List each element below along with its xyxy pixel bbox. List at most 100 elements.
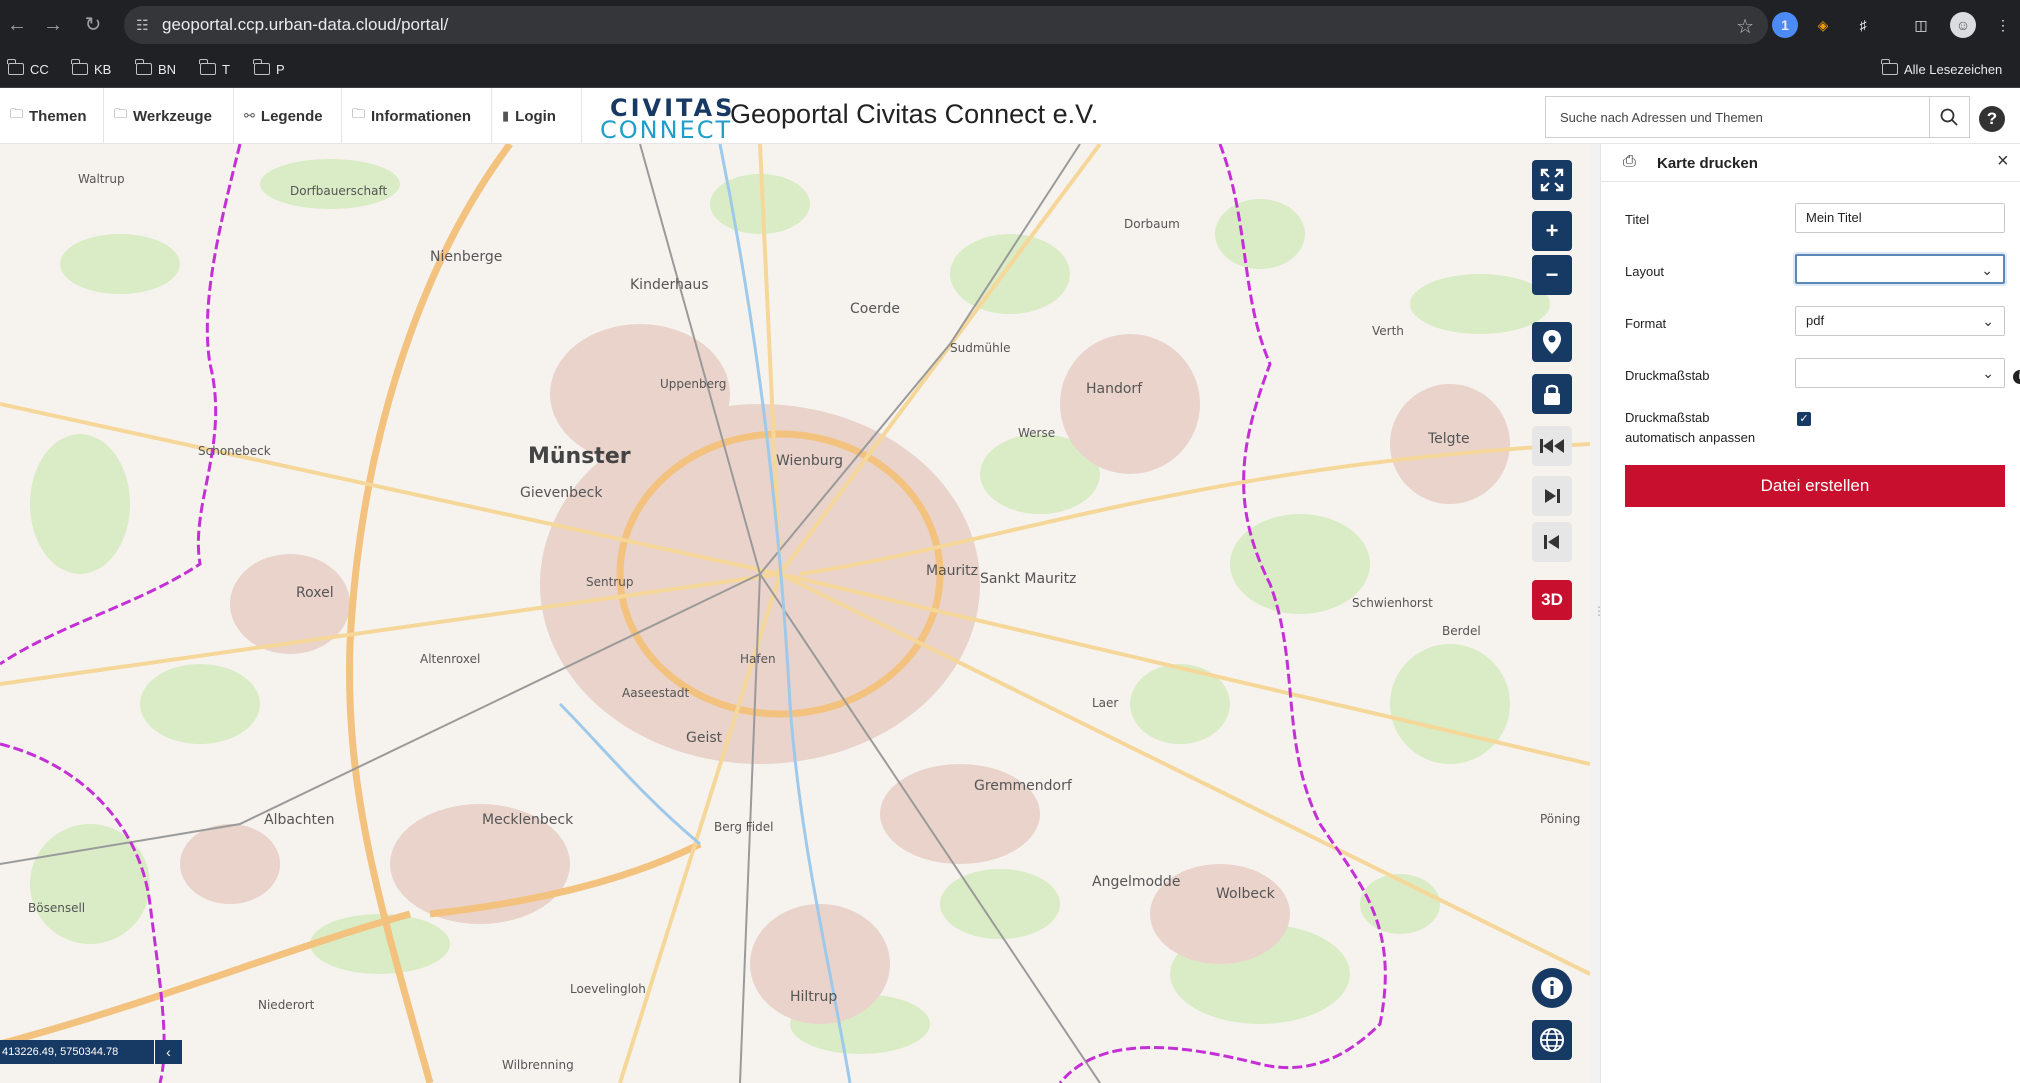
- extension-password-icon[interactable]: 1: [1772, 12, 1798, 38]
- coordinate-value: 413226.49, 5750344.78: [0, 1040, 154, 1064]
- map-base-layer: [0, 144, 1590, 1083]
- chevron-left-icon[interactable]: ‹: [154, 1040, 182, 1064]
- bookmark-star-icon[interactable]: ☆: [1736, 14, 1754, 39]
- scale-label: Druckmaßstab: [1625, 368, 1710, 383]
- extension-puzzle-orange-icon[interactable]: ◈: [1810, 12, 1836, 38]
- place-label: Hiltrup: [790, 989, 838, 1005]
- place-label: Wienburg: [776, 453, 844, 469]
- place-label: Waltrup: [78, 172, 125, 186]
- door-icon: ▮: [502, 108, 510, 123]
- place-label: Verth: [1372, 324, 1404, 338]
- place-label: Uppenberg: [660, 377, 727, 391]
- url-text[interactable]: geoportal.ccp.urban-data.cloud/portal/: [162, 15, 448, 35]
- globe-button[interactable]: [1532, 1020, 1572, 1060]
- folder-icon: [1881, 59, 1898, 75]
- place-label: Laer: [1092, 696, 1119, 710]
- all-bookmarks[interactable]: Alle Lesezeichen: [1881, 59, 2002, 79]
- location-pin-icon: [1543, 330, 1561, 354]
- folder-icon: 🗀: [114, 106, 128, 121]
- auto-scale-checkbox[interactable]: ✓: [1797, 412, 1811, 426]
- place-label: Hafen: [740, 652, 776, 666]
- coordinate-display: 413226.49, 5750344.78 ‹: [0, 1040, 182, 1064]
- bookmark-p[interactable]: P: [253, 59, 285, 79]
- back-arrow-icon[interactable]: ←: [4, 12, 30, 38]
- info-icon: [1541, 977, 1563, 999]
- app-title: Geoportal Civitas Connect e.V.: [730, 99, 1099, 129]
- forward-button[interactable]: [1532, 476, 1572, 516]
- profile-avatar[interactable]: ☺: [1950, 12, 1976, 38]
- place-label: Bösensell: [28, 901, 86, 915]
- fullscreen-icon: [1540, 168, 1564, 192]
- reload-icon[interactable]: ↻: [80, 12, 106, 38]
- info-icon[interactable]: i: [2013, 370, 2020, 384]
- first-view-button[interactable]: [1532, 426, 1572, 466]
- globe-icon: [1540, 1028, 1564, 1052]
- menu-informationen[interactable]: 🗀 Informationen: [342, 88, 492, 144]
- folder-icon: 🗀: [352, 106, 366, 121]
- format-select[interactable]: pdf ⌄: [1795, 306, 2005, 336]
- create-file-button[interactable]: Datei erstellen: [1625, 465, 2005, 507]
- locate-button[interactable]: [1532, 322, 1572, 362]
- chevron-down-icon: ⌄: [1982, 313, 1994, 329]
- scale-select[interactable]: ⌄: [1795, 358, 2005, 388]
- folder-icon: [7, 59, 24, 75]
- bookmark-cc[interactable]: CC: [7, 59, 49, 79]
- place-label: Mauritz: [926, 563, 979, 579]
- place-label: Kinderhaus: [630, 277, 709, 293]
- layout-label: Layout: [1625, 264, 1665, 279]
- fullscreen-button[interactable]: [1532, 160, 1572, 200]
- search-field[interactable]: [1545, 96, 1930, 138]
- site-info-icon[interactable]: ☷: [136, 16, 154, 34]
- place-label: Sudmühle: [950, 341, 1011, 355]
- place-label: Aaseestadt: [622, 686, 690, 700]
- place-label: Pöning: [1540, 812, 1581, 826]
- side-panel-icon[interactable]: ◫: [1908, 12, 1934, 38]
- titel-input[interactable]: Mein Titel: [1795, 203, 2005, 233]
- close-icon[interactable]: ×: [1997, 150, 2009, 173]
- 3d-button[interactable]: 3D: [1532, 580, 1572, 620]
- map-canvas[interactable]: Waltrup Dorfbauerschaft Nienberge Kinder…: [0, 144, 1590, 1083]
- panel-header: ⎙ Karte drucken ×: [1601, 144, 2020, 182]
- place-label: Albachten: [264, 812, 335, 828]
- menu-werkzeuge[interactable]: 🗀 Werkzeuge: [104, 88, 234, 144]
- info-button[interactable]: [1532, 968, 1572, 1008]
- menu-themen[interactable]: 🗀 Themen: [0, 88, 104, 144]
- place-label: Wolbeck: [1216, 886, 1275, 902]
- folder-icon: [199, 59, 216, 75]
- menu-legende[interactable]: ⚯ Legende: [234, 88, 342, 144]
- place-label: Gremmendorf: [974, 778, 1072, 794]
- kebab-menu-icon[interactable]: ⋮: [1990, 12, 2016, 38]
- forward-icon: [1545, 489, 1560, 503]
- bookmarks-bar: CC KB BN T P Alle Lesezeichen: [0, 50, 2020, 88]
- search-input[interactable]: [1546, 97, 1929, 137]
- address-bar[interactable]: ☷ geoportal.ccp.urban-data.cloud/portal/…: [124, 6, 1768, 44]
- search-icon: [1940, 108, 1958, 126]
- place-label: Sentrup: [586, 575, 634, 589]
- place-label: Loevelingloh: [570, 982, 646, 996]
- zoom-in-button[interactable]: +: [1532, 211, 1572, 251]
- place-label: Roxel: [296, 585, 334, 601]
- place-label: Gievenbeck: [520, 485, 603, 501]
- place-label: Berdel: [1442, 624, 1481, 638]
- panel-resize-handle[interactable]: ⋮: [1590, 144, 1605, 1083]
- bookmark-bn[interactable]: BN: [135, 59, 176, 79]
- search-button[interactable]: [1928, 96, 1970, 138]
- menu-login[interactable]: ▮ Login: [492, 88, 582, 144]
- bookmark-kb[interactable]: KB: [71, 59, 111, 79]
- format-label: Format: [1625, 316, 1667, 331]
- help-button[interactable]: ?: [1979, 106, 2005, 132]
- zoom-out-button[interactable]: −: [1532, 255, 1572, 295]
- place-label: Angelmodde: [1092, 874, 1181, 890]
- chevron-down-icon: ⌄: [1981, 262, 1993, 278]
- forward-arrow-icon[interactable]: →: [40, 12, 66, 38]
- layout-select[interactable]: ⌄: [1795, 254, 2005, 284]
- extensions-icon[interactable]: ♯: [1850, 12, 1876, 38]
- civitas-connect-logo: CIVITAS CONNECT: [600, 94, 736, 144]
- folder-icon: [253, 59, 270, 75]
- lightbulb-icon: ⚯: [244, 108, 255, 123]
- bookmark-t[interactable]: T: [199, 59, 230, 79]
- place-label: Dorbaum: [1124, 217, 1180, 231]
- place-label: Dorfbauerschaft: [290, 184, 388, 198]
- back-button[interactable]: [1532, 522, 1572, 562]
- lock-button[interactable]: [1532, 374, 1572, 414]
